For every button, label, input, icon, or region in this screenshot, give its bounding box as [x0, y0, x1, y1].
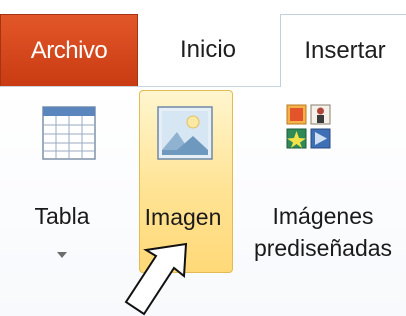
tab-insert-label: Insertar	[304, 37, 386, 64]
pointer-arrow-icon	[124, 242, 188, 316]
tab-home[interactable]: Inicio	[140, 14, 276, 86]
tab-file-label: Archivo	[30, 36, 108, 64]
picture-icon	[157, 106, 213, 160]
tab-home-label: Inicio	[179, 36, 237, 63]
tab-file[interactable]: Archivo	[0, 14, 138, 86]
clipart-label-line2: prediseñadas	[253, 235, 393, 261]
clipart-button[interactable]: Imágenes prediseñadas	[240, 100, 406, 280]
table-label: Tabla	[34, 203, 90, 229]
ribbon-tab-bar: Archivo Inicio Insertar	[0, 0, 406, 87]
clipart-label-line1: Imágenes	[272, 203, 374, 229]
table-icon	[42, 106, 96, 160]
tab-insert[interactable]: Insertar	[280, 14, 406, 87]
clipart-icon	[286, 104, 331, 149]
dropdown-arrow-icon	[57, 252, 67, 258]
